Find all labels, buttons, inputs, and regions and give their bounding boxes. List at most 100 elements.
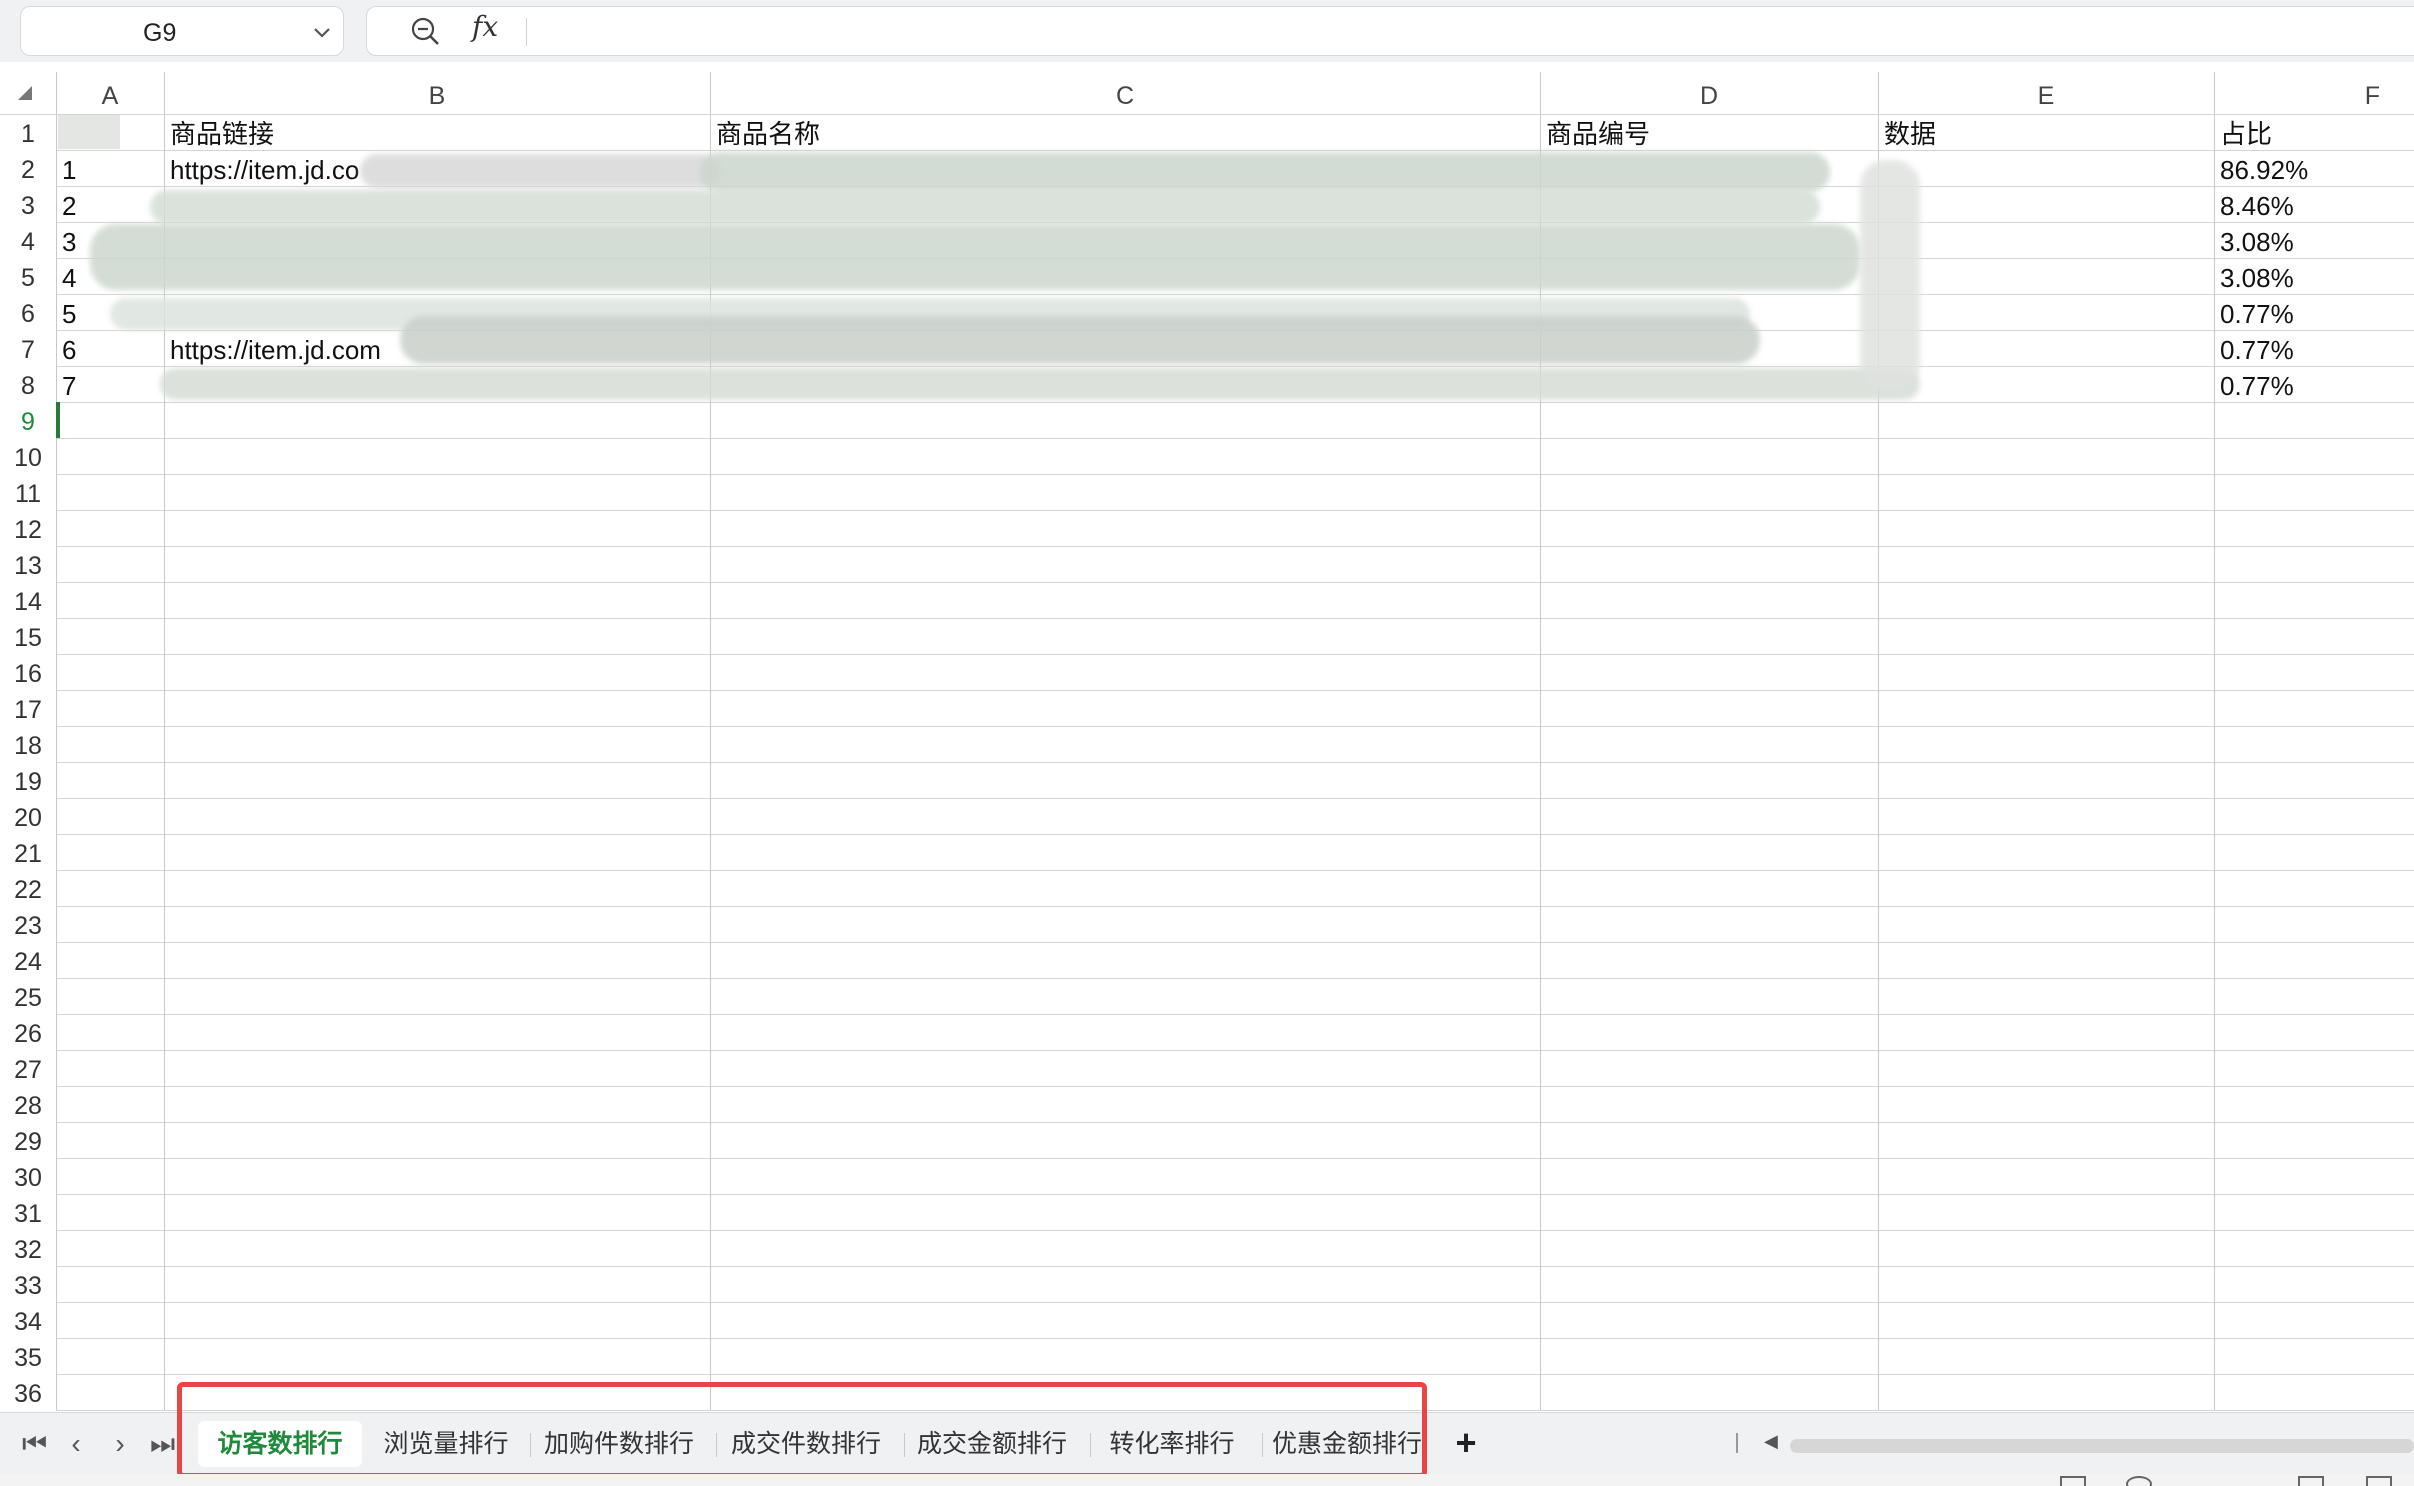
row-header-12[interactable]: 12 (0, 510, 56, 546)
row-gridline (56, 978, 2414, 979)
row-gridline (56, 726, 2414, 727)
row-gridline (56, 1302, 2414, 1303)
cell-a2[interactable]: 1 (62, 154, 76, 186)
row-header-10[interactable]: 10 (0, 438, 56, 474)
status-bar (0, 1474, 2414, 1486)
row-gridline (56, 438, 2414, 439)
row-header-15[interactable]: 15 (0, 618, 56, 654)
row-header-34[interactable]: 34 (0, 1302, 56, 1338)
row-gridline (56, 402, 2414, 403)
cell-a5[interactable]: 4 (62, 262, 76, 294)
sheet-grid[interactable]: A B C D E F 1 2 3 4 5 6 7 8 9 10 11 12 13 14 15 16 17 18 19 20 21 2… (0, 72, 2414, 1412)
row-header-17[interactable]: 17 (0, 690, 56, 726)
row-header-29[interactable]: 29 (0, 1122, 56, 1158)
page-layout-icon[interactable] (2298, 1476, 2324, 1486)
prev-sheet-button[interactable]: ‹ (64, 1427, 88, 1461)
cell-b7[interactable]: https://item.jd.com (170, 334, 381, 366)
cell-c1[interactable]: 商品名称 (716, 118, 820, 150)
row-gridline (56, 474, 2414, 475)
row-header-14[interactable]: 14 (0, 582, 56, 618)
formula-input[interactable] (366, 6, 2414, 56)
active-cell-marker (56, 402, 60, 438)
eye-protection-icon[interactable] (2126, 1476, 2152, 1486)
column-header-d[interactable]: D (1540, 72, 1878, 114)
row-header-30[interactable]: 30 (0, 1158, 56, 1194)
row-header-36[interactable]: 36 (0, 1374, 56, 1410)
cell-f3[interactable]: 8.46% (2220, 190, 2294, 222)
name-box[interactable]: G9 (20, 6, 344, 56)
select-all-corner[interactable] (18, 86, 32, 100)
row-header-27[interactable]: 27 (0, 1050, 56, 1086)
column-header-b[interactable]: B (164, 72, 710, 114)
cell-d1[interactable]: 商品编号 (1546, 118, 1650, 150)
zoom-out-icon[interactable] (408, 14, 442, 48)
column-header-f[interactable]: F (2180, 72, 2384, 114)
cell-f4[interactable]: 3.08% (2220, 226, 2294, 258)
row-header-23[interactable]: 23 (0, 906, 56, 942)
row-header-16[interactable]: 16 (0, 654, 56, 690)
row-header-18[interactable]: 18 (0, 726, 56, 762)
add-sheet-button[interactable]: + (1446, 1421, 1486, 1467)
cell-b2[interactable]: https://item.jd.co (170, 154, 359, 186)
row-header-21[interactable]: 21 (0, 834, 56, 870)
horizontal-scrollbar[interactable] (1790, 1439, 2414, 1453)
formula-bar: G9 fx (0, 0, 2414, 62)
row-header-35[interactable]: 35 (0, 1338, 56, 1374)
cell-f7[interactable]: 0.77% (2220, 334, 2294, 366)
cell-a1-fill (58, 115, 120, 149)
row-header-31[interactable]: 31 (0, 1194, 56, 1230)
row-header-2[interactable]: 2 (0, 150, 56, 186)
row-header-20[interactable]: 20 (0, 798, 56, 834)
row-gridline (56, 762, 2414, 763)
row-header-1[interactable]: 1 (0, 114, 56, 150)
row-header-9[interactable]: 9 (0, 402, 56, 438)
cell-f6[interactable]: 0.77% (2220, 298, 2294, 330)
last-sheet-button[interactable]: ⏭ (150, 1427, 175, 1461)
column-header-a[interactable]: A (56, 72, 164, 114)
scroll-left-arrow-icon[interactable]: ◀ (1764, 1431, 1778, 1452)
row-header-32[interactable]: 32 (0, 1230, 56, 1266)
cell-b1[interactable]: 商品链接 (170, 118, 274, 150)
cell-a6[interactable]: 5 (62, 298, 76, 330)
column-header-e[interactable]: E (1878, 72, 2214, 114)
cell-f2[interactable]: 86.92% (2220, 154, 2308, 186)
row-gridline (56, 1014, 2414, 1015)
row-header-13[interactable]: 13 (0, 546, 56, 582)
redacted-region (150, 190, 1820, 224)
row-header-26[interactable]: 26 (0, 1014, 56, 1050)
tabs-highlight-box (177, 1382, 1427, 1478)
row-header-5[interactable]: 5 (0, 258, 56, 294)
row-header-19[interactable]: 19 (0, 762, 56, 798)
cell-e1[interactable]: 数据 (1884, 118, 1936, 150)
cell-f8[interactable]: 0.77% (2220, 370, 2294, 402)
row-header-11[interactable]: 11 (0, 474, 56, 510)
cell-a4[interactable]: 3 (62, 226, 76, 258)
next-sheet-button[interactable]: › (108, 1427, 132, 1461)
row-header-8[interactable]: 8 (0, 366, 56, 402)
redacted-region (700, 152, 1830, 192)
scroll-split-handle[interactable] (1736, 1433, 1738, 1453)
row-header-28[interactable]: 28 (0, 1086, 56, 1122)
column-header-c[interactable]: C (710, 72, 1540, 114)
row-header-22[interactable]: 22 (0, 870, 56, 906)
row-header-3[interactable]: 3 (0, 186, 56, 222)
row-header-6[interactable]: 6 (0, 294, 56, 330)
row-header-4[interactable]: 4 (0, 222, 56, 258)
cell-f5[interactable]: 3.08% (2220, 262, 2294, 294)
row-header-24[interactable]: 24 (0, 942, 56, 978)
cell-a7[interactable]: 6 (62, 334, 76, 366)
chevron-down-icon[interactable] (311, 21, 333, 43)
function-icon[interactable]: fx (472, 10, 498, 43)
redacted-region (360, 154, 720, 188)
column-gridline (56, 72, 57, 1410)
row-header-25[interactable]: 25 (0, 978, 56, 1014)
normal-view-icon[interactable] (2060, 1476, 2086, 1486)
page-break-icon[interactable] (2366, 1476, 2392, 1486)
first-sheet-button[interactable]: ⏮ (22, 1427, 47, 1461)
row-header-7[interactable]: 7 (0, 330, 56, 366)
row-gridline (56, 690, 2414, 691)
cell-f1[interactable]: 占比 (2220, 118, 2272, 150)
cell-a8[interactable]: 7 (62, 370, 76, 402)
cell-a3[interactable]: 2 (62, 190, 76, 222)
row-header-33[interactable]: 33 (0, 1266, 56, 1302)
